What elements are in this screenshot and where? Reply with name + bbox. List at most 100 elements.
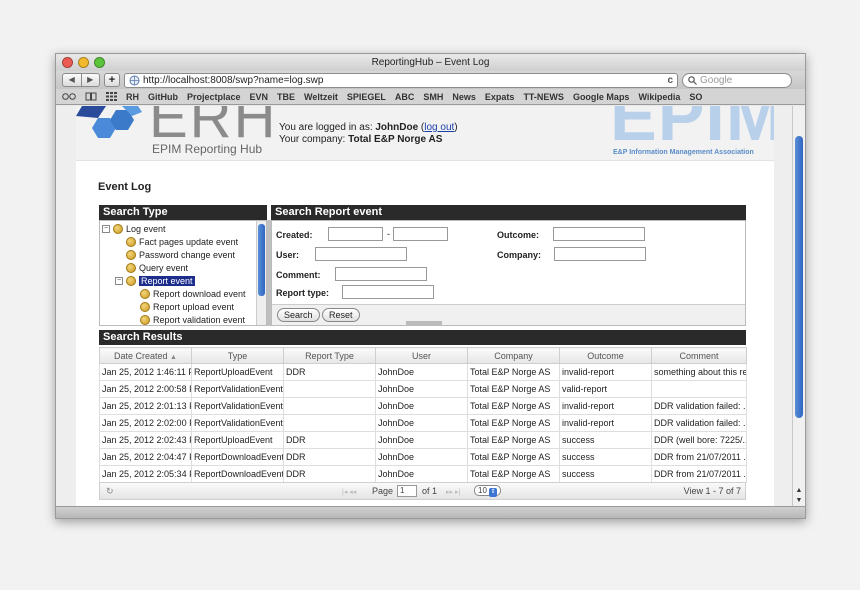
company-input[interactable] bbox=[554, 247, 646, 261]
collapse-icon[interactable]: − bbox=[115, 277, 123, 285]
back-icon[interactable]: ◀ bbox=[63, 74, 81, 86]
form-button-bar: Search Reset bbox=[272, 304, 745, 325]
table-header-row: Date Created ▲ Type Report Type User Com… bbox=[99, 347, 747, 364]
close-icon[interactable] bbox=[62, 57, 73, 68]
cell-user: JohnDoe bbox=[375, 465, 468, 483]
page-scroll-thumb[interactable] bbox=[795, 136, 803, 418]
bookmark-item[interactable]: SMH bbox=[423, 92, 443, 102]
tree-node-query-event[interactable]: Query event bbox=[126, 262, 188, 274]
page-size-value: 10 bbox=[478, 486, 487, 496]
scroll-up-icon[interactable]: ▲ bbox=[793, 486, 805, 496]
search-button[interactable]: Search bbox=[277, 308, 320, 322]
column-header-outcome[interactable]: Outcome bbox=[559, 347, 652, 364]
event-node-icon bbox=[113, 224, 123, 234]
first-prev-page-icons[interactable]: |◂ ◂◂ bbox=[342, 488, 356, 496]
bookmark-item[interactable]: ABC bbox=[395, 92, 415, 102]
cell-type: ReportValidationEvent bbox=[191, 380, 284, 398]
tree-scroll-thumb[interactable] bbox=[258, 224, 265, 296]
url-text[interactable]: http://localhost:8008/swp?name=log.swp bbox=[143, 75, 664, 86]
bookmarks-book-icon[interactable] bbox=[85, 92, 97, 101]
table-row[interactable]: Jan 25, 2012 2:00:58 PMReportValidationE… bbox=[99, 380, 747, 398]
tree-node-report-upload[interactable]: Report upload event bbox=[140, 301, 234, 313]
reload-icon[interactable]: c bbox=[667, 75, 673, 86]
cell-company: Total E&P Norge AS bbox=[467, 363, 560, 381]
cell-company: Total E&P Norge AS bbox=[467, 448, 560, 466]
refresh-icon[interactable]: ↻ bbox=[106, 486, 114, 497]
report-type-input[interactable] bbox=[342, 285, 434, 299]
bookmark-item[interactable]: SPIEGEL bbox=[347, 92, 386, 102]
search-form: Created: - Outcome: User: Company: Comme… bbox=[271, 220, 746, 326]
cell-comment: DDR validation failed: ... bbox=[651, 414, 747, 432]
column-header-type[interactable]: Type bbox=[191, 347, 284, 364]
page-scrollbar[interactable]: ▲ ▼ bbox=[792, 106, 805, 508]
tree-node-password-change[interactable]: Password change event bbox=[126, 249, 235, 261]
column-header-user[interactable]: User bbox=[375, 347, 468, 364]
bookmark-item[interactable]: RH bbox=[126, 92, 139, 102]
forward-icon[interactable]: ▶ bbox=[80, 74, 100, 86]
bookmark-item[interactable]: EVN bbox=[250, 92, 269, 102]
bookmark-item[interactable]: TBE bbox=[277, 92, 295, 102]
table-row[interactable]: Jan 25, 2012 2:02:43 PMReportUploadEvent… bbox=[99, 431, 747, 449]
bookmark-item[interactable]: Wikipedia bbox=[638, 92, 680, 102]
zoom-icon[interactable] bbox=[94, 57, 105, 68]
column-header-date-created[interactable]: Date Created ▲ bbox=[99, 347, 192, 364]
column-header-company[interactable]: Company bbox=[467, 347, 560, 364]
table-row[interactable]: Jan 25, 2012 2:04:47 PMReportDownloadEve… bbox=[99, 448, 747, 466]
bookmark-item[interactable]: Google Maps bbox=[573, 92, 630, 102]
cell-company: Total E&P Norge AS bbox=[467, 414, 560, 432]
table-row[interactable]: Jan 25, 2012 2:05:34 PMReportDownloadEve… bbox=[99, 465, 747, 483]
table-row[interactable]: Jan 25, 2012 2:02:00 PMReportValidationE… bbox=[99, 414, 747, 432]
search-field[interactable]: Google bbox=[682, 72, 792, 88]
cell-type: ReportUploadEvent bbox=[191, 363, 284, 381]
tree-node-report-event[interactable]: − Report event bbox=[115, 275, 195, 287]
add-bookmark-button[interactable]: + bbox=[104, 73, 120, 87]
collapse-icon[interactable]: − bbox=[102, 225, 110, 233]
cell-comment: something about this report bbox=[651, 363, 747, 381]
table-row[interactable]: Jan 25, 2012 1:46:11 PMReportUploadEvent… bbox=[99, 363, 747, 381]
tree-node-log-event[interactable]: − Log event bbox=[102, 223, 166, 235]
reset-button[interactable]: Reset bbox=[322, 308, 360, 322]
top-sites-grid-icon[interactable] bbox=[106, 92, 117, 101]
view-range-text: View 1 - 7 of 7 bbox=[683, 486, 741, 496]
window-title: ReportingHub – Event Log bbox=[371, 57, 490, 68]
bookmark-item[interactable]: SO bbox=[689, 92, 702, 102]
user-input[interactable] bbox=[315, 247, 407, 261]
logout-link[interactable]: log out bbox=[424, 122, 454, 133]
cell-user: JohnDoe bbox=[375, 397, 468, 415]
tree-node-report-download[interactable]: Report download event bbox=[140, 288, 246, 300]
window-controls bbox=[62, 57, 105, 68]
tree-node-fact-pages[interactable]: Fact pages update event bbox=[126, 236, 238, 248]
bookmark-item[interactable]: News bbox=[452, 92, 476, 102]
results-table: Date Created ▲ Type Report Type User Com… bbox=[99, 347, 747, 483]
cell-outcome: invalid-report bbox=[559, 363, 652, 381]
created-to-input[interactable] bbox=[393, 227, 448, 241]
cell-company: Total E&P Norge AS bbox=[467, 431, 560, 449]
event-node-icon bbox=[126, 263, 136, 273]
tree-scrollbar[interactable] bbox=[256, 221, 266, 325]
scroll-down-icon[interactable]: ▼ bbox=[793, 496, 805, 506]
table-row[interactable]: Jan 25, 2012 2:01:13 PMReportValidationE… bbox=[99, 397, 747, 415]
cell-report-type bbox=[283, 380, 376, 398]
bookmark-item[interactable]: Projectplace bbox=[187, 92, 241, 102]
cell-comment: DDR from 21/07/2011 ... bbox=[651, 465, 747, 483]
bookmark-item[interactable]: Expats bbox=[485, 92, 515, 102]
column-header-comment[interactable]: Comment bbox=[651, 347, 747, 364]
cell-user: JohnDoe bbox=[375, 414, 468, 432]
minimize-icon[interactable] bbox=[78, 57, 89, 68]
page-size-select[interactable]: 10 ⇕ bbox=[474, 485, 502, 498]
bookmark-item[interactable]: GitHub bbox=[148, 92, 178, 102]
address-bar[interactable]: http://localhost:8008/swp?name=log.swp c bbox=[124, 72, 678, 88]
user-label: User: bbox=[276, 250, 300, 260]
resize-grip[interactable] bbox=[406, 321, 442, 325]
outcome-input[interactable] bbox=[553, 227, 645, 241]
bookmark-item[interactable]: TT-NEWS bbox=[523, 92, 564, 102]
column-header-report-type[interactable]: Report Type bbox=[283, 347, 376, 364]
reading-list-icon[interactable] bbox=[62, 92, 76, 101]
cell-type: ReportValidationEvent bbox=[191, 414, 284, 432]
page-number-input[interactable]: 1 bbox=[397, 485, 417, 497]
bookmark-item[interactable]: Weltzeit bbox=[304, 92, 338, 102]
next-last-page-icons[interactable]: ▸▸ ▸| bbox=[446, 488, 460, 496]
created-from-input[interactable] bbox=[328, 227, 383, 241]
tree-node-report-validation[interactable]: Report validation event bbox=[140, 314, 245, 325]
comment-input[interactable] bbox=[335, 267, 427, 281]
